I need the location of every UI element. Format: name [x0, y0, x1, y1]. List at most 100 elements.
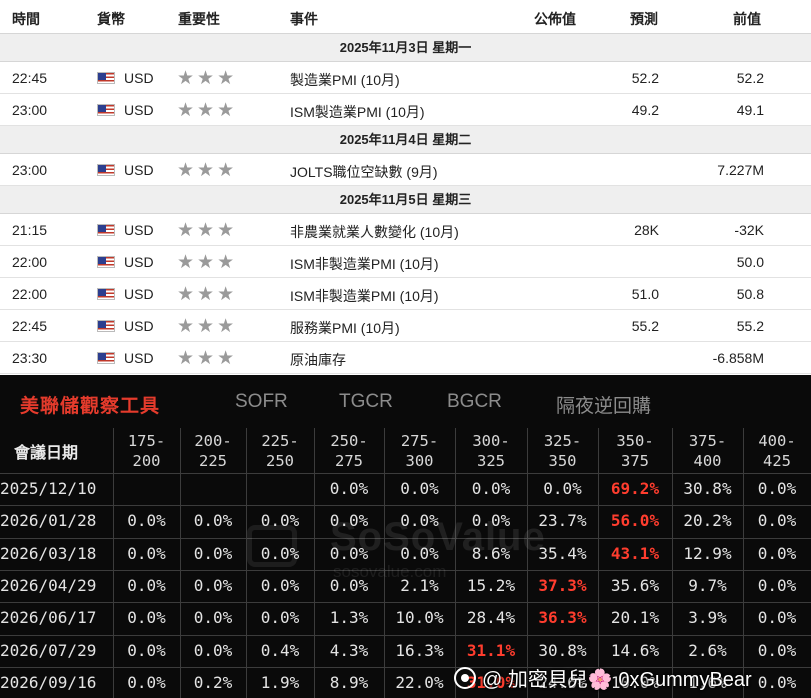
watermark-site: sosovalue.com [333, 562, 447, 581]
tab-3[interactable]: BGCR [447, 391, 502, 413]
meeting-row[interactable]: 2026/07/29 0.0% 0.0% 0.4% 4.3% 16.3% 31.1% 30.8… [0, 635, 811, 667]
event-time: 23:00 [12, 162, 48, 178]
event-name[interactable]: 製造業PMI (10月) [290, 70, 400, 90]
probability-cell: 36.3% [538, 608, 587, 628]
probability-cell: 1.3% [329, 608, 369, 628]
event-forecast: 52.2 [631, 70, 659, 86]
event-time: 23:30 [12, 350, 48, 366]
rate-range-header: 200- 225 [180, 431, 246, 471]
event-row[interactable]: 22:45 USD ★★★ 製造業PMI (10月) 52.2 52.2 [0, 62, 811, 94]
rate-range-high: 275 [335, 452, 363, 470]
event-currency: USD [124, 318, 154, 334]
us-flag-icon [97, 72, 115, 84]
header-previous[interactable]: 前值 [733, 9, 761, 29]
event-name[interactable]: 原油庫存 [290, 350, 346, 370]
meeting-date: 2026/01/28 [0, 511, 97, 531]
event-name[interactable]: ISM製造業PMI (10月) [290, 102, 425, 122]
calendar-header-row: 時間 貨幣 重要性 事件 公佈值 預測 前值 [0, 0, 811, 34]
meeting-date: 2026/09/16 [0, 672, 97, 692]
probability-cell: 0.0% [757, 511, 797, 531]
event-row[interactable]: 22:00 USD ★★★ ISM非製造業PMI (10月) 50.0 [0, 246, 811, 278]
meeting-date: 2025/12/10 [0, 479, 97, 498]
event-currency: USD [124, 102, 154, 118]
rate-range-low: 300- [472, 432, 510, 450]
event-time: 23:00 [12, 102, 48, 118]
header-time[interactable]: 時間 [12, 9, 40, 29]
event-previous: 55.2 [736, 318, 764, 334]
rate-range-high: 250 [266, 452, 294, 470]
importance-stars-icon: ★★★ [177, 348, 238, 369]
probability-cell: 0.0% [193, 608, 233, 628]
event-name[interactable]: 非農業就業人數變化 (10月) [290, 222, 459, 242]
probability-cell: 9.7% [688, 575, 727, 595]
probability-cell: 8.9% [329, 672, 369, 692]
probability-cell: 20.2% [683, 511, 732, 531]
meeting-row[interactable]: 2026/06/17 0.0% 0.0% 0.0% 1.3% 10.0% 28.4% 36.3… [0, 602, 811, 634]
header-actual[interactable]: 公佈值 [534, 9, 576, 29]
probability-cell: 0.2% [193, 672, 233, 692]
rate-range-low: 375- [688, 432, 727, 450]
rate-range-low: 400- [758, 432, 796, 450]
probability-cell: 31.1% [466, 640, 516, 660]
tab-4[interactable]: 隔夜逆回購 [556, 391, 651, 418]
event-forecast: 51.0 [631, 286, 659, 302]
event-name[interactable]: JOLTS職位空缺數 (9月) [290, 162, 438, 182]
header-currency[interactable]: 貨幣 [97, 9, 125, 29]
rate-range-low: 225- [261, 432, 299, 450]
event-row[interactable]: 22:45 USD ★★★ 服務業PMI (10月) 55.2 55.2 [0, 310, 811, 342]
event-time: 22:00 [12, 286, 48, 302]
probability-cell: 0.0% [757, 672, 797, 692]
event-name[interactable]: 服務業PMI (10月) [290, 318, 400, 338]
rate-range-header: 350- 375 [598, 431, 672, 471]
probability-cell: 0.0% [127, 511, 166, 531]
rate-range-header: 225- 250 [246, 431, 314, 471]
event-previous: -32K [734, 222, 764, 238]
event-currency: USD [124, 222, 154, 238]
tab-0[interactable]: 美聯儲觀察工具 [20, 391, 160, 418]
tab-1[interactable]: SOFR [235, 391, 288, 413]
probability-cell: 0.0% [757, 608, 797, 628]
author-credit-text: @ 加密貝兒🌸 0xGummyBear [482, 669, 752, 691]
probability-cell: 0.0% [127, 640, 166, 660]
meeting-date: 2026/06/17 [0, 608, 97, 628]
probability-cell: 2.6% [688, 640, 727, 660]
rate-range-high: 225 [199, 452, 227, 470]
importance-stars-icon: ★★★ [177, 160, 238, 181]
event-row[interactable]: 22:00 USD ★★★ ISM非製造業PMI (10月) 51.0 50.8 [0, 278, 811, 310]
event-previous: 50.0 [736, 254, 764, 270]
importance-stars-icon: ★★★ [177, 100, 238, 121]
rate-range-header: 275- 300 [384, 431, 455, 471]
probability-cell: 35.6% [610, 575, 660, 595]
event-row[interactable]: 23:00 USD ★★★ ISM製造業PMI (10月) 49.2 49.1 [0, 94, 811, 126]
probability-cell: 0.0% [757, 543, 797, 563]
event-row[interactable]: 23:30 USD ★★★ 原油庫存 -6.858M [0, 342, 811, 374]
header-event[interactable]: 事件 [290, 9, 318, 29]
meeting-date: 2026/03/18 [0, 543, 97, 563]
importance-stars-icon: ★★★ [177, 284, 238, 305]
rate-range-high: 325 [477, 452, 505, 470]
rate-range-low: 175- [127, 432, 166, 450]
header-forecast[interactable]: 預測 [630, 9, 658, 29]
rate-range-low: 275- [400, 432, 439, 450]
meeting-date-header: 會議日期 [14, 445, 79, 462]
rate-range-header: 325- 350 [527, 431, 598, 471]
event-currency: USD [124, 254, 154, 270]
event-previous: -6.858M [712, 350, 764, 366]
probability-cell: 0.0% [193, 543, 233, 563]
probability-cell: 0.0% [193, 511, 233, 531]
us-flag-icon [97, 164, 115, 176]
probability-cell: 0.0% [127, 543, 166, 563]
rate-range-low: 350- [616, 432, 654, 450]
rate-range-low: 250- [330, 432, 368, 450]
event-previous: 52.2 [736, 70, 764, 86]
header-importance[interactable]: 重要性 [178, 9, 220, 29]
event-row[interactable]: 23:00 USD ★★★ JOLTS職位空缺數 (9月) 7.227M [0, 154, 811, 186]
probability-cell: 0.4% [260, 640, 300, 660]
meeting-row[interactable]: 2025/12/10 0.0% 0.0% 0.0% 0.0% 69.2% 30.8% 0.0% [0, 473, 811, 505]
event-name[interactable]: ISM非製造業PMI (10月) [290, 286, 439, 306]
rate-range-high: 375 [621, 452, 649, 470]
event-row[interactable]: 21:15 USD ★★★ 非農業就業人數變化 (10月) 28K -32K [0, 214, 811, 246]
event-name[interactable]: ISM非製造業PMI (10月) [290, 254, 439, 274]
probability-cell: 0.0% [757, 640, 797, 660]
tab-2[interactable]: TGCR [339, 391, 393, 413]
